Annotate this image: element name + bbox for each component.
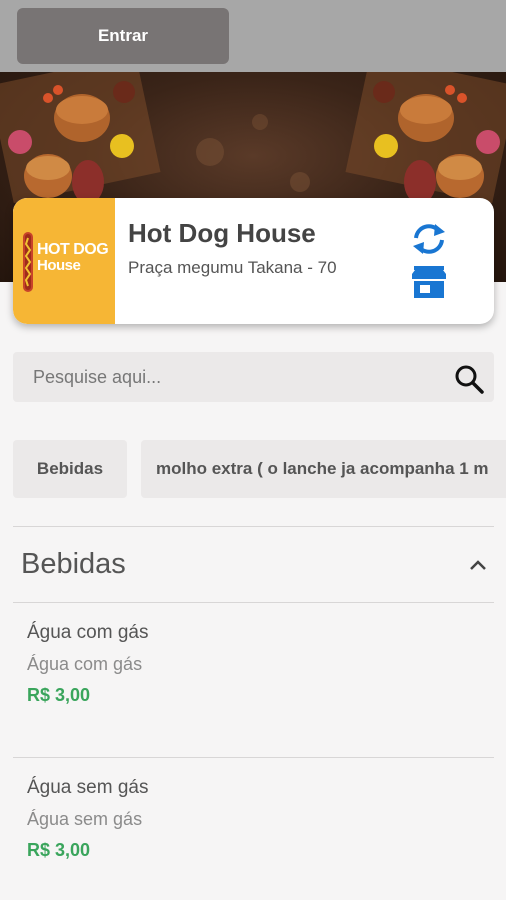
store-address: Praça megumu Takana - 70 xyxy=(128,258,337,277)
search-input[interactable] xyxy=(33,352,443,402)
search-bar xyxy=(13,352,494,402)
item-description: Água sem gás xyxy=(27,809,143,829)
item-name: Água com gás xyxy=(27,622,149,643)
section-title: Bebidas xyxy=(21,548,126,580)
category-tabs: Bebidas molho extra ( o lanche ja acompa… xyxy=(13,440,506,498)
store-card: HOT DOG House Hot Dog House Praça megumu… xyxy=(13,198,494,324)
item-name: Água sem gás xyxy=(27,777,149,798)
logo-line1: HOT DOG xyxy=(37,241,109,258)
logo-line2: House xyxy=(37,257,81,274)
search-icon[interactable] xyxy=(454,364,484,394)
category-tab-bebidas[interactable]: Bebidas xyxy=(13,440,127,498)
category-tab-molho-extra[interactable]: molho extra ( o lanche ja acompanha 1 m xyxy=(141,440,506,498)
store-logo: HOT DOG House xyxy=(13,198,115,324)
login-button[interactable]: Entrar xyxy=(17,8,229,64)
refresh-icon[interactable] xyxy=(409,222,449,256)
menu-item[interactable]: Água sem gás Água sem gás R$ 3,00 xyxy=(27,777,148,861)
divider xyxy=(13,602,494,603)
divider xyxy=(13,526,494,527)
store-icon[interactable] xyxy=(412,266,446,298)
menu-item[interactable]: Água com gás Água com gás R$ 3,00 xyxy=(27,622,148,706)
item-price: R$ 3,00 xyxy=(27,840,91,860)
item-description: Água com gás xyxy=(27,654,143,674)
chevron-up-icon[interactable] xyxy=(468,556,488,574)
logo-text: HOT DOG House xyxy=(37,241,109,274)
item-price: R$ 3,00 xyxy=(27,685,91,705)
store-name: Hot Dog House xyxy=(128,218,316,248)
top-bar: Entrar xyxy=(0,0,506,72)
divider xyxy=(13,757,494,758)
